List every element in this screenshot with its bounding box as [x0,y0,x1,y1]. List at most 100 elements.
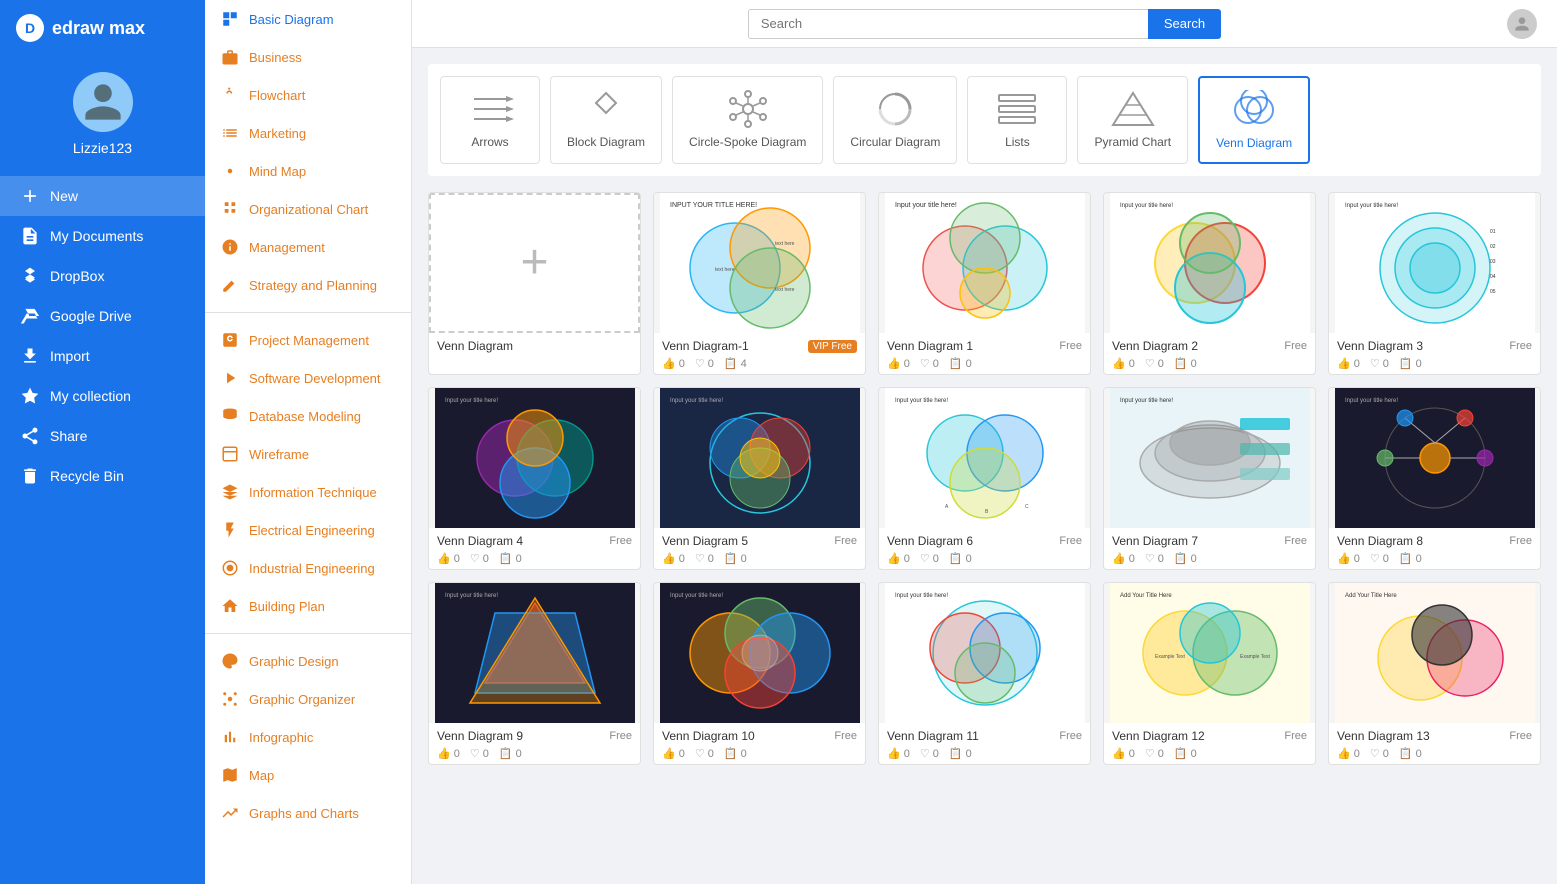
diagram-card-venn-5[interactable]: Input your title here! Venn Diagram 5 Fr… [653,387,866,570]
sidebar-item-new[interactable]: New [0,176,205,216]
sidebar-item-my-collection[interactable]: My collection [0,376,205,416]
venn-3-favorites: ♡ 0 [1370,357,1389,370]
category-circle-spoke[interactable]: Circle-Spoke Diagram [672,76,823,164]
center-nav-marketing-label: Marketing [249,126,306,141]
diagram-card-venn-1[interactable]: INPUT YOUR TITLE HERE! text here text he… [653,192,866,375]
diagram-card-venn-9[interactable]: Input your title here! Venn Diagram 9 Fr… [428,582,641,765]
sidebar-item-dropbox-label: DropBox [50,268,104,284]
diagram-card-venn-13[interactable]: Add Your Title Here Venn Diagram 13 Free… [1328,582,1541,765]
sidebar-item-my-documents[interactable]: My Documents [0,216,205,256]
diagram-card-venn-7[interactable]: Input your title here! Venn Diagram 7 Fr… [1103,387,1316,570]
center-nav-database-modeling[interactable]: Database Modeling [205,397,411,435]
center-nav-graphs-and-charts[interactable]: Graphs and Charts [205,794,411,832]
venn-1b-likes: 👍 0 [887,357,910,370]
avatar [73,72,133,132]
center-nav-wireframe[interactable]: Wireframe [205,435,411,473]
search-button[interactable]: Search [1148,9,1221,39]
svg-text:Input your title here!: Input your title here! [1345,398,1398,404]
svg-text:Input your title here!: Input your title here! [670,398,723,404]
center-nav-strategy-label: Strategy and Planning [249,278,377,293]
svg-text:Add Your Title Here: Add Your Title Here [1120,593,1172,599]
category-pyramid-chart[interactable]: Pyramid Chart [1077,76,1188,164]
sidebar-item-google-drive[interactable]: Google Drive [0,296,205,336]
diagrams-grid: + Venn Diagram INPUT YOUR TITLE HERE! te… [428,192,1541,765]
circular-diagram-icon [871,89,919,129]
diagram-card-venn-2[interactable]: Input your title here! Venn Diagram 2 Fr… [1103,192,1316,375]
venn-6-copies: 📋 0 [949,552,972,565]
diagram-card-venn-8[interactable]: Input your title here! [1328,387,1541,570]
center-nav-project-management-label: Project Management [249,333,369,348]
center-nav-flowchart[interactable]: Flowchart [205,76,411,114]
center-nav-business[interactable]: Business [205,38,411,76]
venn-4-name: Venn Diagram 4 [437,534,523,548]
venn-10-badge: Free [834,730,857,742]
center-nav-graphic-organizer[interactable]: Graphic Organizer [205,680,411,718]
category-block-diagram[interactable]: Block Diagram [550,76,662,164]
category-venn-diagram[interactable]: Venn Diagram [1198,76,1310,164]
center-nav-map[interactable]: Map [205,756,411,794]
svg-text:Input your title here!: Input your title here! [670,593,723,599]
venn-2-likes: 👍 0 [1112,357,1135,370]
svg-text:05: 05 [1490,289,1496,295]
center-nav-industrial-engineering[interactable]: Industrial Engineering [205,549,411,587]
diagram-card-venn-6[interactable]: Input your title here! A B C Venn Diagra… [878,387,1091,570]
venn-6-favorites: ♡ 0 [920,552,939,565]
center-nav-flowchart-label: Flowchart [249,88,305,103]
center-nav-wireframe-label: Wireframe [249,447,309,462]
venn-5-copies: 📋 0 [724,552,747,565]
diagram-card-venn-1b[interactable]: Input your title here! Venn Diagram 1 Fr… [878,192,1091,375]
venn-3-info: Venn Diagram 3 Free 👍 0 ♡ 0 📋 0 [1329,333,1540,374]
center-nav-project-management[interactable]: Project Management [205,321,411,359]
category-arrows[interactable]: Arrows [440,76,540,164]
venn-12-likes: 👍 0 [1112,747,1135,760]
venn-6-name: Venn Diagram 6 [887,534,973,548]
center-nav-marketing[interactable]: Marketing [205,114,411,152]
svg-text:text here: text here [715,267,735,273]
add-new-card[interactable]: + Venn Diagram [428,192,641,375]
venn-8-thumb: Input your title here! [1329,388,1540,528]
document-icon [20,226,40,246]
center-nav-management[interactable]: Management [205,228,411,266]
venn-5-info: Venn Diagram 5 Free 👍 0 ♡ 0 📋 0 [654,528,865,569]
center-nav-org-chart[interactable]: Organizational Chart [205,190,411,228]
sidebar-item-share[interactable]: Share [0,416,205,456]
venn-2-favorites: ♡ 0 [1145,357,1164,370]
center-nav-basic-diagram[interactable]: Basic Diagram [205,0,411,38]
center-nav-strategy[interactable]: Strategy and Planning [205,266,411,304]
svg-text:02: 02 [1490,244,1496,250]
diagram-card-venn-12[interactable]: Add Your Title Here Example Text Example… [1103,582,1316,765]
sidebar-item-recycle-bin[interactable]: Recycle Bin [0,456,205,496]
diagram-card-venn-3[interactable]: Input your title here! 01 02 03 04 05 Ve… [1328,192,1541,375]
sidebar-item-dropbox[interactable]: DropBox [0,256,205,296]
center-nav-mind-map-label: Mind Map [249,164,306,179]
svg-text:Input your title here!: Input your title here! [895,202,957,209]
category-lists[interactable]: Lists [967,76,1067,164]
sidebar-item-import[interactable]: Import [0,336,205,376]
venn-2-thumb: Input your title here! [1104,193,1315,333]
center-nav-information-technique[interactable]: Information Technique [205,473,411,511]
category-circular-diagram[interactable]: Circular Diagram [833,76,957,164]
user-icon [81,80,125,124]
center-nav-software-development[interactable]: Software Development [205,359,411,397]
search-input[interactable] [748,9,1148,39]
circle-spoke-label: Circle-Spoke Diagram [689,135,806,149]
center-nav-building-plan[interactable]: Building Plan [205,587,411,625]
venn-1-title-row: Venn Diagram-1 VIP Free [662,339,857,353]
venn-1b-name: Venn Diagram 1 [887,339,973,353]
content-area: Arrows Block Diagram [412,48,1557,884]
diagram-card-venn-10[interactable]: Input your title here! Venn Diagram 10 F… [653,582,866,765]
center-nav-graphic-design[interactable]: Graphic Design [205,642,411,680]
svg-text:Input your title here!: Input your title here! [1345,203,1398,209]
diagram-card-venn-4[interactable]: Input your title here! Venn Diagram 4 Fr… [428,387,641,570]
venn-4-info: Venn Diagram 4 Free 👍 0 ♡ 0 📋 0 [429,528,640,569]
center-nav-business-label: Business [249,50,302,65]
topbar-user-icon[interactable] [1507,9,1537,39]
center-nav-electrical-engineering[interactable]: Electrical Engineering [205,511,411,549]
center-nav-management-label: Management [249,240,325,255]
venn-4-favorites: ♡ 0 [470,552,489,565]
center-nav-mind-map[interactable]: Mind Map [205,152,411,190]
diagram-card-venn-11[interactable]: Input your title here! Venn Diagram 11 F… [878,582,1091,765]
venn-3-stats: 👍 0 ♡ 0 📋 0 [1337,357,1532,370]
venn-13-copies: 📋 0 [1399,747,1422,760]
center-nav-infographic[interactable]: Infographic [205,718,411,756]
